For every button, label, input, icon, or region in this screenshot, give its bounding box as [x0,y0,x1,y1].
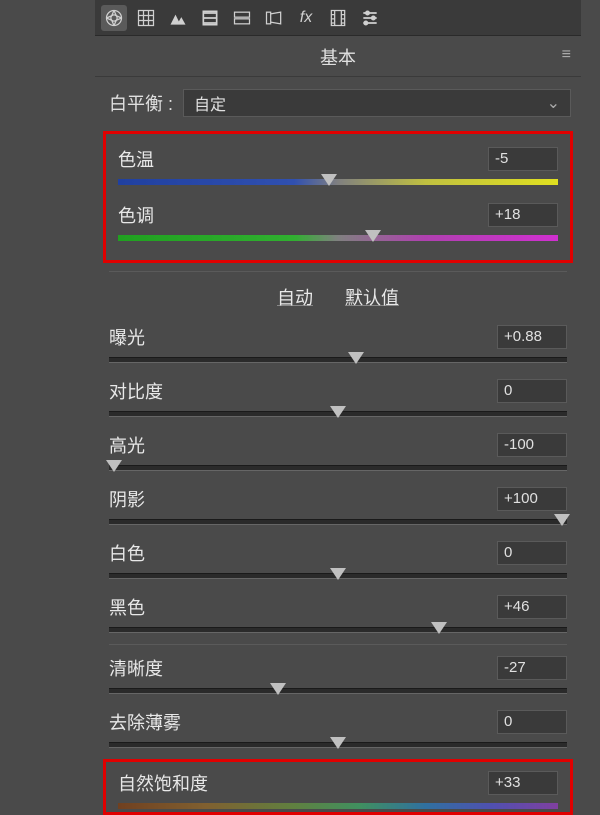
dehaze-slider[interactable] [109,741,567,749]
exposure-label: 曝光 [109,324,145,350]
temperature-label: 色温 [118,146,154,172]
divider [109,271,567,272]
clarity-value[interactable]: -27 [497,656,567,680]
film-icon[interactable] [325,5,351,31]
vibrance-row: 自然饱和度 +33 [112,766,564,810]
whites-value[interactable]: 0 [497,541,567,565]
tint-row: 色调 +18 [112,198,564,246]
highlights-slider[interactable] [109,464,567,472]
highlight-box-temp-tint: 色温 -5 色调 +18 [103,131,573,263]
chevron-down-icon: ⌄ [547,93,560,113]
shadows-row: 阴影 +100 [103,482,573,530]
action-row: 自动 默认值 [95,278,581,320]
aperture-icon[interactable] [101,5,127,31]
panel-title-row: 基本 ≡ [95,36,581,77]
temperature-value[interactable]: -5 [488,147,558,171]
white-balance-value: 自定 [194,91,226,115]
dehaze-value[interactable]: 0 [497,710,567,734]
white-balance-select[interactable]: 自定 ⌄ [183,89,571,117]
blacks-slider[interactable] [109,626,567,634]
exposure-value[interactable]: +0.88 [497,325,567,349]
list-icon[interactable] [197,5,223,31]
grid-icon[interactable] [133,5,159,31]
exposure-block: 曝光 +0.88 对比度 0 高光 -100 阴影 +100 [95,320,581,638]
shadows-label: 阴影 [109,486,145,512]
exposure-slider[interactable] [109,356,567,364]
white-balance-row: 白平衡 : 自定 ⌄ [95,77,581,127]
sliders-icon[interactable] [357,5,383,31]
clarity-slider[interactable] [109,687,567,695]
tint-value[interactable]: +18 [488,203,558,227]
highlights-row: 高光 -100 [103,428,573,476]
contrast-value[interactable]: 0 [497,379,567,403]
mountains-icon[interactable] [165,5,191,31]
divider [109,644,567,645]
vibrance-label: 自然饱和度 [118,770,208,796]
top-toolbar: fx [95,0,581,36]
temperature-row: 色温 -5 [112,142,564,190]
contrast-slider[interactable] [109,410,567,418]
tint-slider[interactable] [118,234,558,242]
shadows-value[interactable]: +100 [497,487,567,511]
blacks-row: 黑色 +46 [103,590,573,638]
contrast-label: 对比度 [109,378,163,404]
clarity-label: 清晰度 [109,655,163,681]
split-icon[interactable] [229,5,255,31]
default-button[interactable]: 默认值 [345,284,399,310]
dehaze-label: 去除薄雾 [109,709,181,735]
blacks-value[interactable]: +46 [497,595,567,619]
whites-slider[interactable] [109,572,567,580]
temperature-slider[interactable] [118,178,558,186]
clarity-block: 清晰度 -27 去除薄雾 0 [95,651,581,753]
auto-button[interactable]: 自动 [277,284,313,310]
lens-icon[interactable] [261,5,287,31]
dehaze-row: 去除薄雾 0 [103,705,573,753]
blacks-label: 黑色 [109,594,145,620]
shadows-slider[interactable] [109,518,567,526]
exposure-row: 曝光 +0.88 [103,320,573,368]
fx-icon[interactable]: fx [293,5,319,31]
highlights-label: 高光 [109,432,145,458]
panel-menu-icon[interactable]: ≡ [562,46,571,64]
white-balance-label: 白平衡 : [109,90,173,116]
vibrance-value[interactable]: +33 [488,771,558,795]
tint-label: 色调 [118,202,154,228]
whites-label: 白色 [109,540,145,566]
whites-row: 白色 0 [103,536,573,584]
clarity-row: 清晰度 -27 [103,651,573,699]
highlights-value[interactable]: -100 [497,433,567,457]
contrast-row: 对比度 0 [103,374,573,422]
vibrance-slider[interactable] [118,802,558,810]
highlight-box-vibrance: 自然饱和度 +33 [103,759,573,815]
panel-title: 基本 [320,48,356,68]
